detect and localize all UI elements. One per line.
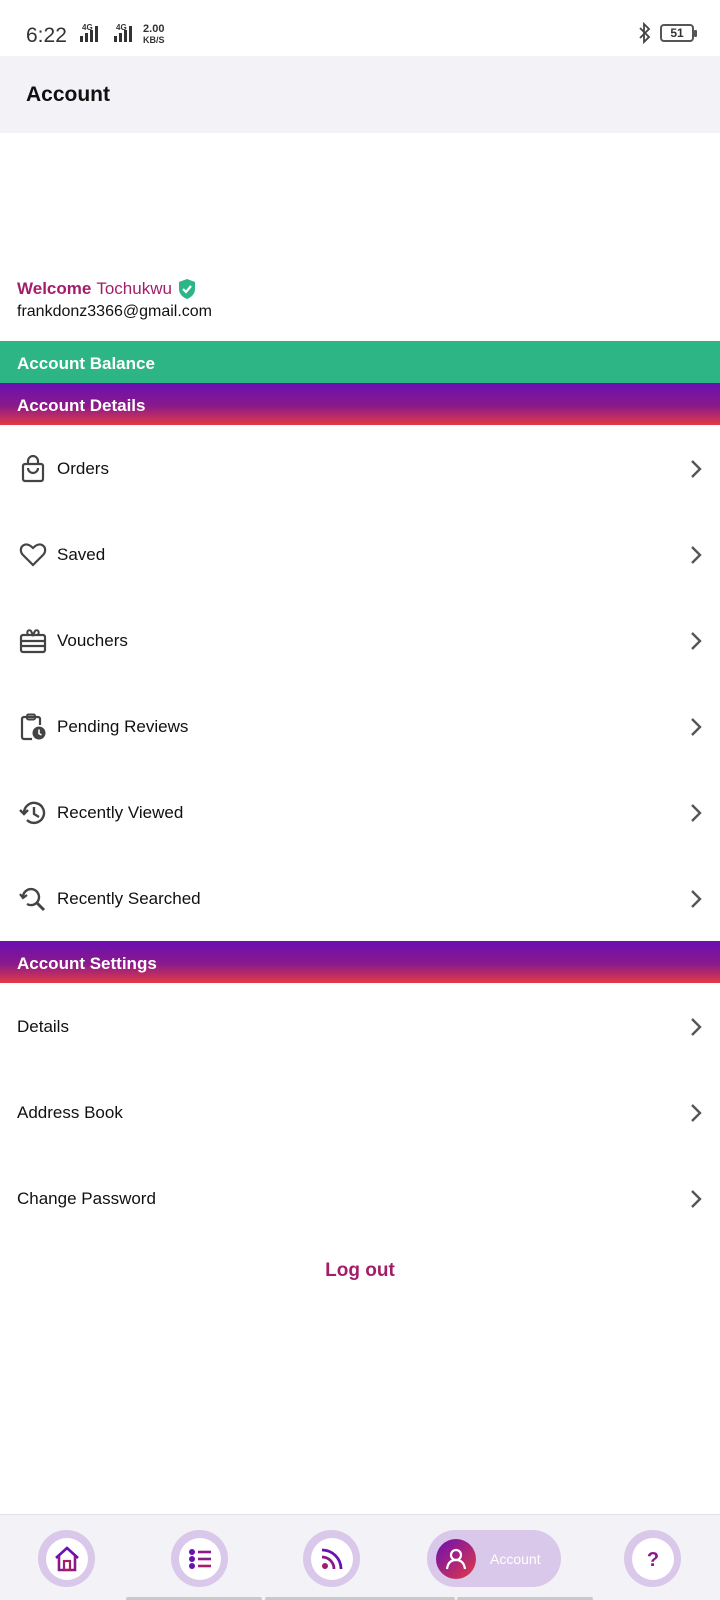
chevron-right-icon bbox=[691, 890, 702, 908]
account-icon bbox=[445, 1548, 467, 1569]
chevron-right-icon bbox=[691, 460, 702, 478]
shopping-bag-icon bbox=[21, 455, 45, 483]
menu-item-label: Orders bbox=[57, 459, 109, 478]
network-indicators: 4G 4G bbox=[72, 22, 142, 44]
menu-item-label: Saved bbox=[57, 545, 106, 564]
menu-item-label: Details bbox=[17, 1017, 69, 1036]
speed-unit: KB/S bbox=[143, 35, 165, 45]
clipboard-clock-icon bbox=[20, 713, 46, 741]
network-speed: 2.00 KB/S bbox=[143, 24, 165, 46]
chevron-right-icon bbox=[691, 632, 702, 650]
chevron-right-icon bbox=[691, 546, 702, 564]
account-details-title: Account Details bbox=[17, 396, 146, 415]
verified-shield-icon bbox=[178, 279, 195, 299]
feed-icon bbox=[321, 1548, 342, 1569]
help-icon: ? bbox=[646, 1549, 658, 1571]
menu-item-label: Recently Searched bbox=[57, 889, 201, 908]
chevron-right-icon bbox=[691, 1018, 702, 1036]
menu-item-pending-reviews[interactable]: Pending Reviews bbox=[0, 684, 720, 770]
nav-account-label: Account bbox=[490, 1550, 541, 1567]
user-name: Tochukwu bbox=[96, 279, 172, 298]
account-settings-title: Account Settings bbox=[17, 954, 157, 973]
logout-button[interactable]: Log out bbox=[0, 1260, 720, 1282]
menu-item-vouchers[interactable]: Vouchers bbox=[0, 598, 720, 684]
chevron-right-icon bbox=[691, 1190, 702, 1208]
chevron-right-icon bbox=[691, 1104, 702, 1122]
menu-item-label: Pending Reviews bbox=[57, 717, 189, 736]
nav-account-button[interactable]: Account bbox=[427, 1530, 561, 1587]
menu-item-label: Change Password bbox=[17, 1189, 156, 1208]
menu-item-label: Vouchers bbox=[57, 631, 128, 650]
signal-icon-2: 4G bbox=[114, 23, 132, 42]
nav-home-button[interactable] bbox=[38, 1530, 95, 1587]
menu-item-details[interactable]: Details bbox=[0, 984, 720, 1070]
nav-categories-button[interactable] bbox=[171, 1530, 228, 1587]
user-email: frankdonz3366@gmail.com bbox=[17, 303, 213, 320]
search-history-icon bbox=[19, 887, 46, 912]
welcome-word: Welcome bbox=[17, 279, 92, 298]
nav-help-button[interactable]: ? bbox=[624, 1530, 681, 1587]
account-settings-header: Account Settings bbox=[0, 941, 720, 983]
menu-item-address-book[interactable]: Address Book bbox=[0, 1070, 720, 1156]
svg-text:?: ? bbox=[646, 1549, 658, 1571]
menu-item-orders[interactable]: Orders bbox=[0, 426, 720, 512]
home-icon bbox=[54, 1545, 79, 1571]
chevron-right-icon bbox=[691, 804, 702, 822]
menu-item-label: Address Book bbox=[17, 1103, 123, 1122]
gift-card-icon bbox=[19, 629, 47, 654]
welcome-line: Welcome Tochukwu bbox=[17, 278, 197, 300]
menu-item-label: Recently Viewed bbox=[57, 803, 184, 822]
account-balance-bar[interactable]: Account Balance bbox=[0, 341, 720, 383]
battery-level: 51 bbox=[670, 26, 684, 40]
heart-icon bbox=[19, 543, 47, 567]
menu-item-saved[interactable]: Saved bbox=[0, 512, 720, 598]
bluetooth-icon bbox=[639, 22, 651, 44]
battery-icon: 51 bbox=[660, 24, 697, 42]
bottom-nav: Account ? bbox=[0, 1514, 720, 1600]
page-title: Account bbox=[26, 83, 110, 106]
categories-icon bbox=[188, 1548, 211, 1569]
account-balance-label: Account Balance bbox=[17, 354, 155, 373]
account-details-header: Account Details bbox=[0, 383, 720, 425]
status-bar: 6:22 4G 4G 2.00 KB/S 51 bbox=[0, 0, 720, 56]
nav-feed-button[interactable] bbox=[303, 1530, 360, 1587]
app-bar: Account bbox=[0, 56, 720, 133]
speed-value: 2.00 bbox=[143, 23, 165, 35]
chevron-right-icon bbox=[691, 718, 702, 736]
menu-item-change-password[interactable]: Change Password bbox=[0, 1156, 720, 1242]
status-time: 6:22 bbox=[26, 24, 67, 47]
menu-item-recently-searched[interactable]: Recently Searched bbox=[0, 856, 720, 942]
history-icon bbox=[19, 801, 46, 825]
menu-item-recently-viewed[interactable]: Recently Viewed bbox=[0, 770, 720, 856]
signal-icon: 4G bbox=[80, 23, 98, 42]
